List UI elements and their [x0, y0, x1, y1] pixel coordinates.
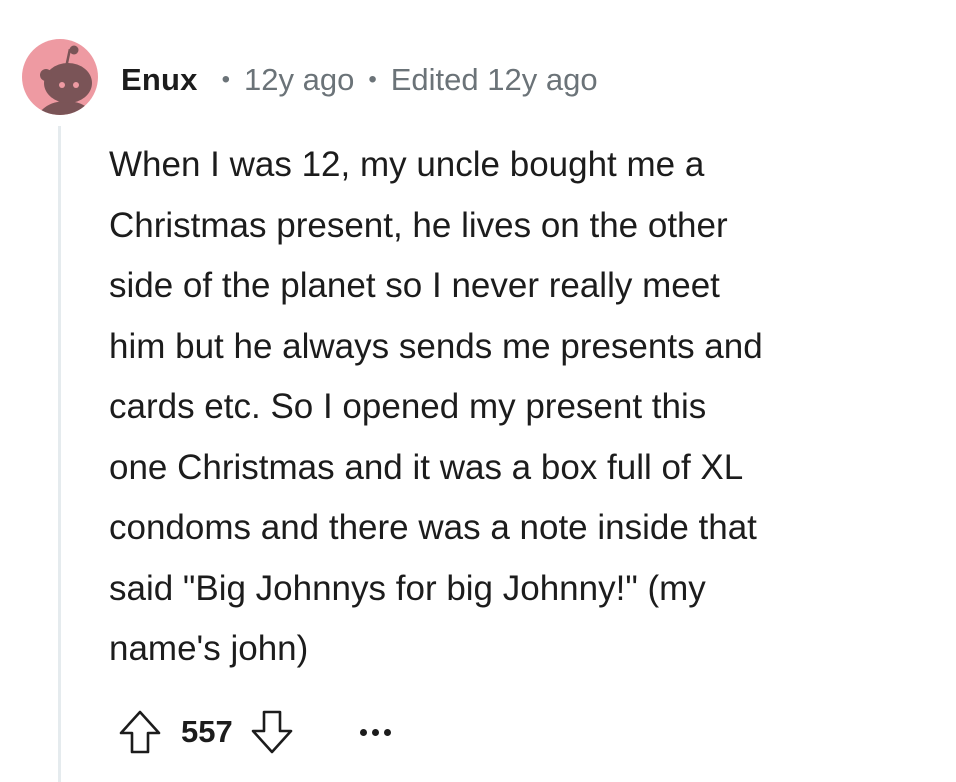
username[interactable]: Enux	[121, 62, 198, 98]
thread-line	[58, 126, 61, 782]
snoo-avatar-icon	[22, 39, 98, 115]
more-options-button[interactable]	[351, 712, 401, 752]
edited-label: Edited 12y ago	[390, 62, 598, 97]
separator-dot: •	[221, 66, 230, 93]
downvote-arrow-icon	[251, 710, 293, 754]
comment-actions: 557	[115, 706, 401, 758]
upvote-button[interactable]	[115, 707, 165, 757]
avatar[interactable]	[22, 31, 98, 123]
upvote-arrow-icon	[119, 710, 161, 754]
downvote-button[interactable]	[247, 707, 297, 757]
comment-body: When I was 12, my uncle bought me a Chri…	[109, 145, 763, 668]
timestamp[interactable]: 12y ago	[244, 62, 354, 98]
separator-dot: •	[368, 66, 377, 93]
vote-score: 557	[181, 714, 233, 749]
more-options-icon	[360, 728, 368, 736]
comment-header: Enux • 12y ago • Edited 12y ago	[121, 58, 598, 102]
